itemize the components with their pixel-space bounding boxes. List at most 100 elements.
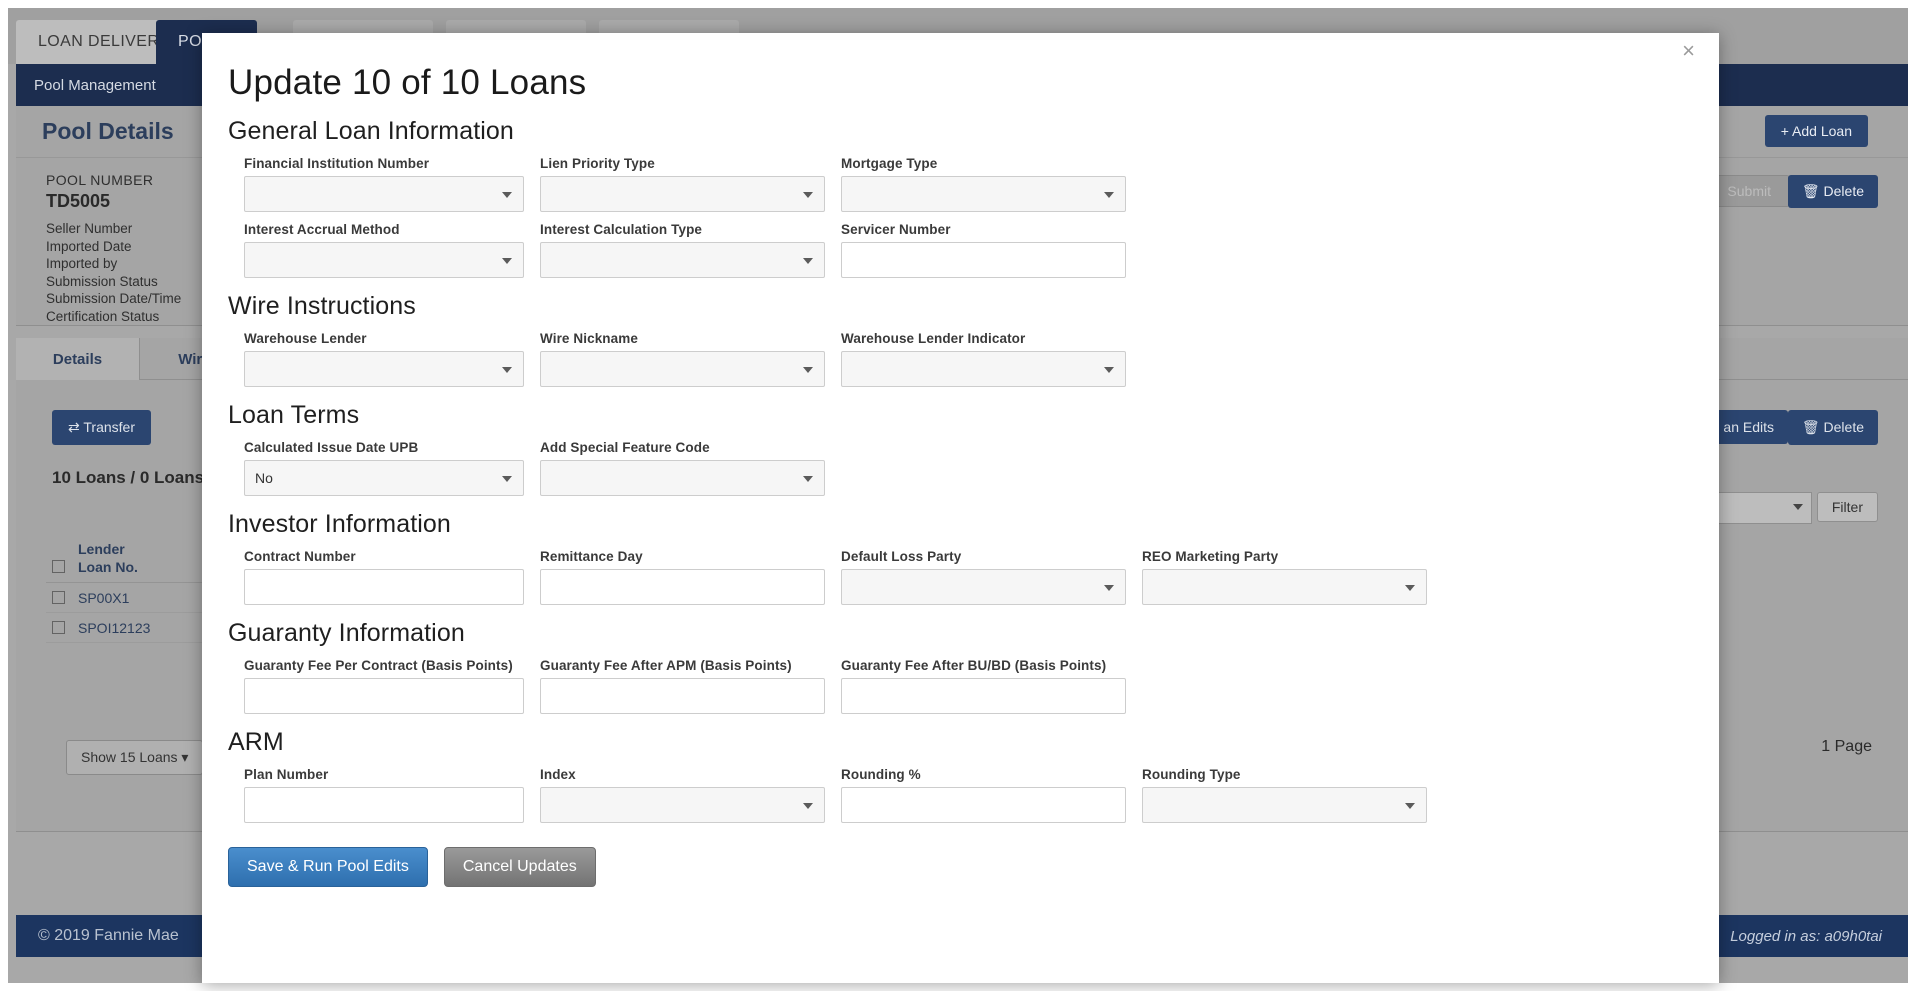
loan-number-link[interactable]: SPOI12123 (78, 620, 150, 636)
pool-meta-item: Submission Date/Time (46, 291, 182, 307)
field-label: Guaranty Fee Per Contract (Basis Points) (244, 658, 513, 673)
field-label: Calculated Issue Date UPB (244, 440, 419, 455)
select-control[interactable]: No (244, 460, 524, 496)
delete-pool-button[interactable]: 🗑 Delete (1787, 175, 1878, 208)
save-and-run-pool-edits-button[interactable]: Save & Run Pool Edits (228, 847, 428, 887)
run-loan-edits-button[interactable]: an Edits (1709, 410, 1788, 444)
field-label: REO Marketing Party (1142, 549, 1279, 564)
form-field: Add Special Feature Code (540, 440, 825, 496)
window-chrome-left (0, 0, 8, 991)
select-control[interactable] (540, 242, 825, 278)
select-control[interactable] (244, 176, 524, 212)
subnav-item-pool-management-label: Pool Management (34, 76, 156, 94)
field-label: Index (540, 767, 576, 782)
select-control[interactable] (841, 569, 1126, 605)
modal-body: Update 10 of 10 Loans General Loan Infor… (202, 33, 1719, 983)
show-loans-label: Show 15 Loans (81, 749, 178, 765)
subnav-item-pool-management[interactable]: Pool Management (16, 77, 174, 94)
section-title: Wire Instructions (228, 292, 416, 320)
filter-button[interactable]: Filter (1816, 492, 1878, 522)
fields-row: Plan Number Index Rounding % Rounding Type (244, 767, 1693, 823)
show-loans-dropdown-button[interactable]: Show 15 Loans ▾ (66, 740, 204, 775)
delete-loans-button[interactable]: 🗑 Delete (1787, 410, 1878, 445)
chevron-down-icon (1104, 192, 1114, 198)
add-loan-button[interactable]: + Add Loan (1764, 115, 1868, 147)
tab-details-label: Details (52, 350, 103, 368)
chevron-down-icon (502, 192, 512, 198)
footer-copyright: © 2019 Fannie Mae (38, 927, 179, 944)
text-input[interactable] (540, 678, 825, 714)
chevron-down-icon (803, 476, 813, 482)
field-label: Rounding Type (1142, 767, 1241, 782)
text-input[interactable] (841, 787, 1126, 823)
transfer-button[interactable]: ⇄ Transfer (52, 410, 151, 445)
fields-row: Warehouse Lender Wire Nickname Warehouse L… (244, 331, 1693, 387)
cancel-updates-button[interactable]: Cancel Updates (443, 847, 596, 887)
chevron-down-icon (803, 258, 813, 264)
row-checkbox[interactable] (52, 591, 65, 604)
select-control[interactable] (540, 787, 825, 823)
section-title: General Loan Information (228, 117, 514, 145)
application-window: LOAN DELIVERY POOLS Pool Management Pool… (0, 0, 1916, 991)
field-label: Warehouse Lender Indicator (841, 331, 1026, 346)
select-all-checkbox[interactable] (52, 560, 65, 573)
chevron-down-icon (1405, 585, 1415, 591)
modal-title: Update 10 of 10 Loans (228, 63, 587, 102)
field-label: Guaranty Fee After APM (Basis Points) (540, 658, 792, 673)
form-field: Warehouse Lender Indicator (841, 331, 1126, 387)
update-loans-modal: × Update 10 of 10 Loans General Loan Inf… (202, 33, 1719, 983)
form-field: Rounding % (841, 767, 1126, 823)
select-control[interactable] (540, 176, 825, 212)
select-control[interactable] (1142, 569, 1427, 605)
pool-number-label: POOL NUMBER (46, 172, 154, 188)
field-label: Add Special Feature Code (540, 440, 710, 455)
form-field: Mortgage Type (841, 156, 1126, 212)
loan-number-link[interactable]: SP00X1 (78, 590, 129, 606)
form-field: Contract Number (244, 549, 524, 605)
form-field: Servicer Number (841, 222, 1126, 278)
select-control[interactable] (841, 351, 1126, 387)
form-field: Calculated Issue Date UPB No (244, 440, 524, 496)
form-field: Guaranty Fee After APM (Basis Points) (540, 658, 825, 714)
field-label: Warehouse Lender (244, 331, 367, 346)
text-input[interactable] (244, 678, 524, 714)
select-control[interactable] (244, 242, 524, 278)
text-input[interactable] (244, 787, 524, 823)
select-control[interactable] (540, 460, 825, 496)
select-control[interactable] (1142, 787, 1427, 823)
form-field: Guaranty Fee After BU/BD (Basis Points) (841, 658, 1126, 714)
field-label: Guaranty Fee After BU/BD (Basis Points) (841, 658, 1107, 673)
delete-loans-button-label: Delete (1823, 419, 1864, 435)
fields-row: Financial Institution Number Lien Priorit… (244, 156, 1693, 212)
pool-meta-item: Submission Status (46, 273, 158, 289)
field-label: Contract Number (244, 549, 356, 564)
fields-row: Calculated Issue Date UPB No Add Special F… (244, 440, 1693, 496)
form-field: Default Loss Party (841, 549, 1126, 605)
chevron-down-icon (1104, 585, 1114, 591)
submit-button[interactable]: Submit (1708, 175, 1790, 207)
chevron-down-icon (502, 367, 512, 373)
form-field: Warehouse Lender (244, 331, 524, 387)
fields-row: Guaranty Fee Per Contract (Basis Points)… (244, 658, 1693, 714)
form-field: Rounding Type (1142, 767, 1427, 823)
form-field: Lien Priority Type (540, 156, 825, 212)
form-field: Interest Accrual Method (244, 222, 524, 278)
chevron-down-icon (502, 258, 512, 264)
text-input[interactable] (841, 242, 1126, 278)
fields-row: Interest Accrual Method Interest Calculat… (244, 222, 1693, 278)
row-checkbox[interactable] (52, 621, 65, 634)
select-control[interactable] (540, 351, 825, 387)
text-input[interactable] (244, 569, 524, 605)
text-input[interactable] (540, 569, 825, 605)
chevron-down-icon: ▾ (181, 749, 189, 765)
form-field: Remittance Day (540, 549, 825, 605)
text-input[interactable] (841, 678, 1126, 714)
select-control[interactable] (244, 351, 524, 387)
field-label: Servicer Number (841, 222, 951, 237)
chevron-down-icon (1104, 367, 1114, 373)
window-chrome-bottom (0, 983, 1916, 991)
chevron-down-icon (1405, 803, 1415, 809)
select-control[interactable] (841, 176, 1126, 212)
tab-details[interactable]: Details (16, 338, 140, 380)
form-field: Guaranty Fee Per Contract (Basis Points) (244, 658, 524, 714)
